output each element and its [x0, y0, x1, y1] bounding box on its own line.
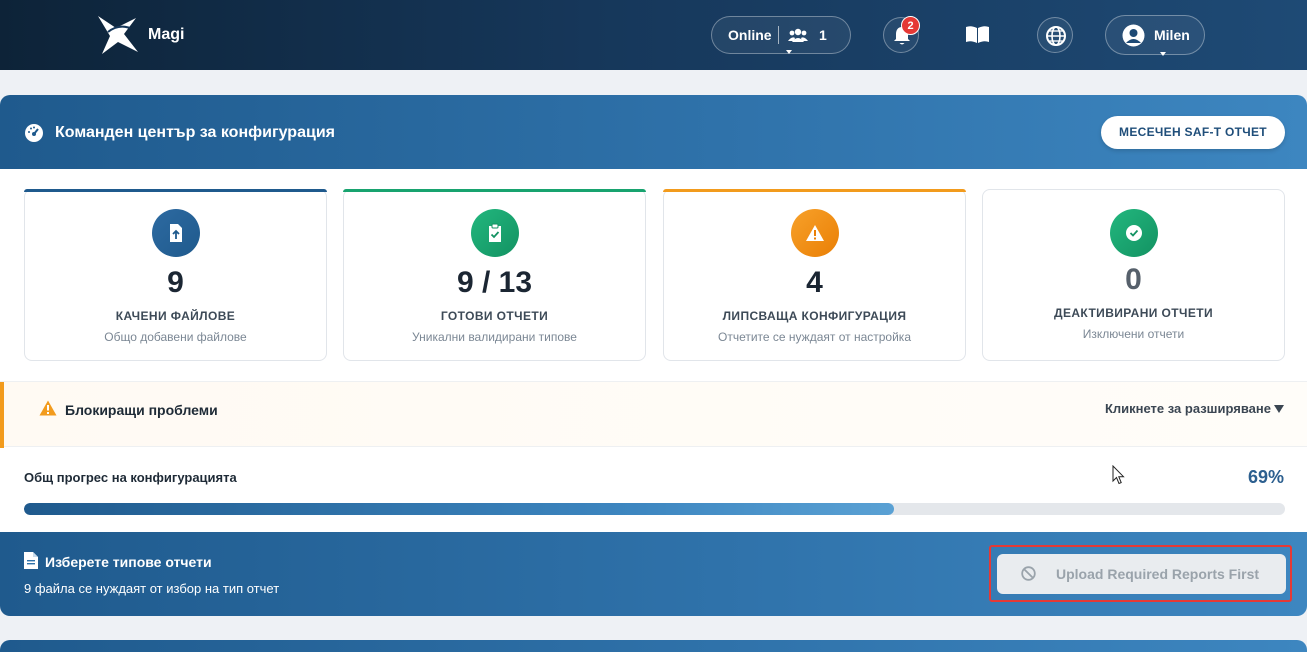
warning-icon [806, 225, 824, 241]
users-icon [788, 28, 808, 42]
warning-accent-bar [0, 382, 4, 448]
next-card-header [0, 640, 1307, 652]
stat-uploaded-files[interactable]: 9 КАЧЕНИ ФАЙЛОВЕ Общо добавени файлове [24, 189, 327, 361]
command-center-card: Команден център за конфигурация МЕСЕЧЕН … [0, 95, 1307, 616]
mouse-cursor-icon [1112, 465, 1125, 485]
upload-required-reports-button[interactable]: Upload Required Reports First [997, 554, 1286, 594]
stat-subtitle: Уникални валидирани типове [412, 330, 577, 344]
progress-bar [24, 503, 1285, 515]
stat-subtitle: Отчетите се нуждаят от настройка [717, 330, 911, 344]
stat-icon-circle [471, 209, 519, 257]
stat-accent-line [663, 189, 966, 192]
language-button[interactable] [1037, 17, 1073, 53]
stat-missing-configuration[interactable]: 4 ЛИПСВАЩА КОНФИГУРАЦИЯ Отчетите се нужд… [663, 189, 966, 361]
stat-icon-circle [152, 209, 200, 257]
upload-button-label: Upload Required Reports First [1056, 566, 1260, 582]
blocking-issues-title: Блокиращи проблеми [65, 402, 218, 418]
online-label: Online [728, 27, 772, 43]
stat-accent-line [24, 189, 327, 192]
progress-label: Общ прогрес на конфигурацията [24, 470, 237, 485]
stat-label: ГОТОВИ ОТЧЕТИ [440, 309, 549, 323]
warning-icon [39, 400, 57, 416]
globe-icon [1046, 26, 1066, 46]
card-header: Команден център за конфигурация МЕСЕЧЕН … [0, 95, 1307, 169]
stat-deactivated-reports[interactable]: 0 ДЕАКТИВИРАНИ ОТЧЕТИ Изключени отчети [982, 189, 1285, 361]
expand-link[interactable]: Кликнете за разширяване [1105, 401, 1271, 416]
stat-subtitle: Общо добавени файлове [104, 330, 247, 344]
stat-icon-circle [791, 209, 839, 257]
divider [778, 26, 779, 44]
select-types-title: Изберете типове отчети [45, 554, 212, 570]
online-count: 1 [819, 27, 827, 43]
file-upload-icon [170, 224, 182, 242]
chevron-down-icon [786, 50, 792, 54]
page-title: Команден център за конфигурация [55, 124, 335, 141]
dashboard-gauge-icon [25, 124, 43, 142]
select-report-types-panel: Изберете типове отчети 9 файла се нуждая… [0, 532, 1307, 616]
notification-badge: 2 [901, 16, 920, 35]
stat-icon-circle [1110, 209, 1158, 257]
brand-name[interactable]: Magi [148, 26, 184, 44]
caret-down-icon[interactable] [1274, 405, 1284, 413]
stat-label: ЛИПСВАЩА КОНФИГУРАЦИЯ [722, 309, 907, 323]
clipboard-check-icon [489, 223, 501, 242]
stat-subtitle: Изключени отчети [1082, 327, 1185, 341]
select-types-subtitle: 9 файла се нуждаят от избор на тип отчет [24, 581, 280, 596]
user-avatar-icon [1122, 24, 1145, 47]
stat-value: 4 [806, 266, 823, 299]
stat-label: КАЧЕНИ ФАЙЛОВЕ [115, 309, 236, 323]
chevron-down-icon [1160, 52, 1166, 56]
ban-icon [1021, 566, 1036, 581]
magi-logo[interactable] [96, 14, 140, 56]
user-name: Milen [1154, 27, 1190, 43]
book-icon[interactable] [965, 25, 990, 44]
stat-value: 9 / 13 [456, 266, 533, 299]
stat-accent-line [343, 189, 646, 192]
monthly-saft-report-button[interactable]: МЕСЕЧЕН SAF-T ОТЧЕТ [1101, 116, 1285, 149]
check-circle-icon [1126, 225, 1142, 241]
stat-value: 9 [167, 266, 184, 299]
stat-value: 0 [1125, 263, 1142, 296]
stat-ready-reports[interactable]: 9 / 13 ГОТОВИ ОТЧЕТИ Уникални валидирани… [343, 189, 646, 361]
stat-label: ДЕАКТИВИРАНИ ОТЧЕТИ [1054, 306, 1213, 320]
progress-percent: 69% [1247, 467, 1284, 487]
document-icon [24, 552, 38, 569]
top-bar: Magi Online 1 2 Milen [0, 0, 1307, 70]
progress-bar-fill [24, 503, 895, 515]
online-users-toggle[interactable]: Online 1 [711, 16, 851, 54]
blocking-issues-panel[interactable]: Блокиращи проблеми Кликнете за разширява… [0, 381, 1307, 448]
user-menu[interactable]: Milen [1105, 15, 1205, 56]
